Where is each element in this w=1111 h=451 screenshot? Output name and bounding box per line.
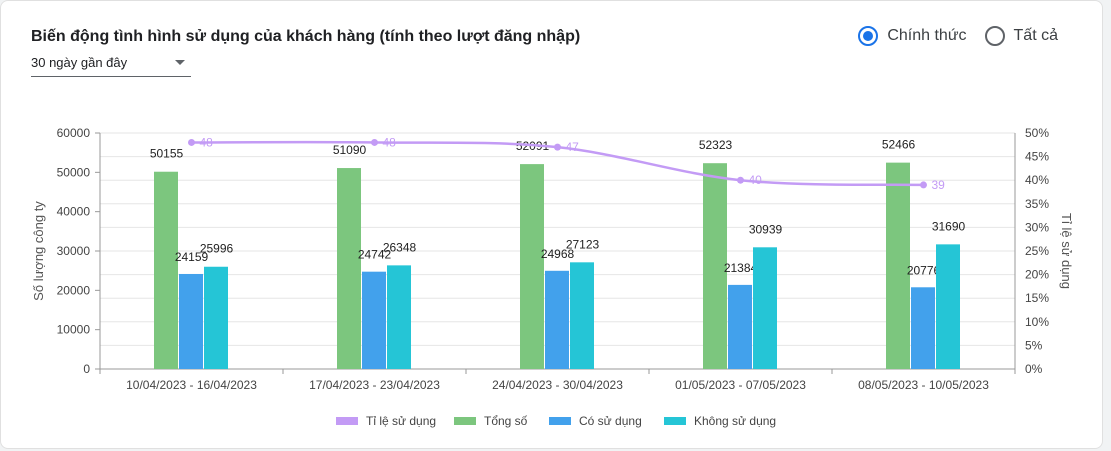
y-tick-label: 50000 (57, 165, 91, 179)
legend-label: Không sử dụng (694, 414, 776, 428)
x-tick-label: 01/05/2023 - 07/05/2023 (675, 378, 806, 392)
legend-label: Tổng số (484, 414, 528, 428)
y2-tick-label: 20% (1025, 268, 1049, 282)
y-tick-label: 20000 (57, 283, 91, 297)
bar-data-label: 50155 (150, 147, 184, 161)
bar-2 (936, 244, 960, 369)
rate-data-label: 40 (749, 173, 763, 187)
bar-data-label: 26348 (383, 240, 417, 254)
y2-tick-label: 35% (1025, 197, 1049, 211)
y-tick-label: 30000 (57, 244, 91, 258)
bar-1 (545, 270, 569, 369)
bar-data-label: 52466 (882, 138, 916, 152)
legend-label: Có sử dụng (579, 414, 642, 428)
y2-tick-label: 25% (1025, 244, 1049, 258)
legend-swatch (454, 417, 476, 425)
bar-data-label: 52323 (699, 138, 733, 152)
rate-point (737, 176, 744, 184)
rate-data-label: 48 (200, 135, 214, 149)
rate-point (371, 138, 378, 146)
bar-data-label: 30939 (749, 222, 783, 236)
y2-tick-label: 10% (1025, 315, 1049, 329)
combo-chart: 0% 5% 10% 15% 20% 25% 30% 35% 40% 45% 50% 0 10000 200… (31, 126, 1074, 428)
bar-data-label: 27123 (566, 237, 600, 251)
bar-0 (337, 168, 361, 369)
x-tick-label: 24/04/2023 - 30/04/2023 (492, 378, 623, 392)
y2-tick-label: 0% (1025, 362, 1043, 376)
bar-1 (911, 287, 935, 369)
y-tick-label: 60000 (57, 126, 91, 140)
x-tick-label: 08/05/2023 - 10/05/2023 (858, 378, 989, 392)
bar-data-label: 21384 (724, 261, 758, 275)
rate-point (188, 138, 195, 146)
bar-data-label: 20776 (907, 263, 941, 277)
legend-label: Tỉ lệ sử dụng (366, 414, 436, 428)
bar-0 (520, 164, 544, 369)
y2-tick-label: 15% (1025, 291, 1049, 305)
y-tick-label: 0 (83, 362, 90, 376)
rate-data-label: 48 (383, 135, 397, 149)
bar-1 (362, 271, 386, 369)
y2-tick-label: 5% (1025, 338, 1043, 352)
bar-0 (154, 171, 178, 369)
y2-tick-label: 45% (1025, 150, 1049, 164)
bar-2 (387, 265, 411, 369)
bar-2 (753, 247, 777, 369)
y-axis-title: Số lượng công ty (31, 201, 46, 301)
legend-swatch (664, 417, 686, 425)
bar-2 (570, 262, 594, 369)
y-tick-label: 10000 (57, 323, 91, 337)
legend-swatch (549, 417, 571, 425)
bar-data-label: 25996 (200, 242, 234, 256)
y2-tick-label: 50% (1025, 126, 1049, 140)
x-tick-label: 10/04/2023 - 16/04/2023 (126, 378, 257, 392)
bar-1 (179, 273, 203, 369)
legend-swatch (336, 417, 358, 425)
y-tick-label: 40000 (57, 205, 91, 219)
bar-2 (204, 266, 228, 369)
bar-data-label: 31690 (932, 219, 966, 233)
rate-point (920, 181, 927, 189)
rate-point (554, 143, 561, 151)
rate-data-label: 47 (566, 140, 580, 154)
bar-1 (728, 284, 752, 369)
y2-axis-title: Tỉ lệ sử dụng (1059, 213, 1074, 289)
x-tick-label: 17/04/2023 - 23/04/2023 (309, 378, 440, 392)
bar-data-label: 51090 (333, 143, 367, 157)
y2-tick-label: 40% (1025, 173, 1049, 187)
y2-tick-label: 30% (1025, 220, 1049, 234)
rate-data-label: 39 (932, 178, 946, 192)
